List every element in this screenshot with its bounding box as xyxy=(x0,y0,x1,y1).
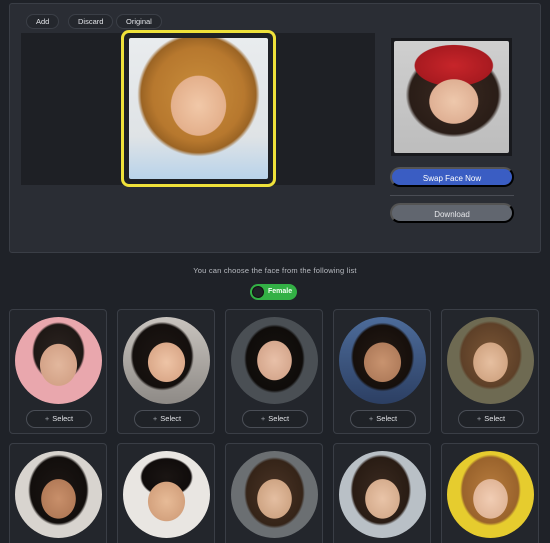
face-avatar[interactable] xyxy=(231,451,318,538)
select-face-button[interactable]: + Select xyxy=(350,410,416,428)
actions-divider xyxy=(390,195,514,196)
select-face-button[interactable]: + Select xyxy=(134,410,200,428)
select-label: Select xyxy=(376,414,398,423)
select-label: Select xyxy=(160,414,182,423)
face-card xyxy=(9,443,107,543)
face-avatar[interactable] xyxy=(447,317,534,404)
select-face-button[interactable]: + Select xyxy=(458,410,524,428)
select-label: Select xyxy=(484,414,506,423)
gender-filter-toggle[interactable]: Female xyxy=(250,284,297,300)
face-card: + Select xyxy=(225,309,323,434)
swap-face-button[interactable]: Swap Face Now xyxy=(390,167,514,187)
face-avatar[interactable] xyxy=(123,451,210,538)
toggle-knob[interactable] xyxy=(252,286,264,298)
select-label: Select xyxy=(268,414,290,423)
face-avatar[interactable] xyxy=(15,451,102,538)
original-button[interactable]: Original xyxy=(116,14,162,29)
select-face-button[interactable]: + Select xyxy=(26,410,92,428)
face-card: + Select xyxy=(441,309,539,434)
face-card: + Select xyxy=(117,309,215,434)
plus-icon: + xyxy=(44,414,50,423)
toggle-label: Female xyxy=(268,288,293,295)
face-card: + Select xyxy=(333,309,431,434)
plus-icon: + xyxy=(368,414,374,423)
select-label: Select xyxy=(52,414,74,423)
discard-button[interactable]: Discard xyxy=(68,14,114,29)
face-avatar[interactable] xyxy=(15,317,102,404)
face-card: + Select xyxy=(9,309,107,434)
face-avatar[interactable] xyxy=(447,451,534,538)
target-image-frame[interactable] xyxy=(121,30,276,187)
face-card xyxy=(333,443,431,543)
source-face-preview xyxy=(391,38,512,156)
face-card xyxy=(225,443,323,543)
plus-icon: + xyxy=(476,414,482,423)
face-avatar[interactable] xyxy=(339,317,426,404)
plus-icon: + xyxy=(152,414,158,423)
plus-icon: + xyxy=(260,414,266,423)
face-avatar[interactable] xyxy=(123,317,210,404)
add-button[interactable]: Add xyxy=(26,14,60,29)
target-image xyxy=(129,38,268,179)
editor-panel: Add Discard Original Swap Face Now Downl… xyxy=(9,3,541,253)
select-face-button[interactable]: + Select xyxy=(242,410,308,428)
face-avatar[interactable] xyxy=(231,317,318,404)
face-list-hint: You can choose the face from the followi… xyxy=(193,266,357,275)
face-card xyxy=(117,443,215,543)
source-face-image xyxy=(394,41,509,153)
face-card xyxy=(441,443,539,543)
download-button[interactable]: Download xyxy=(390,203,514,223)
face-avatar[interactable] xyxy=(339,451,426,538)
